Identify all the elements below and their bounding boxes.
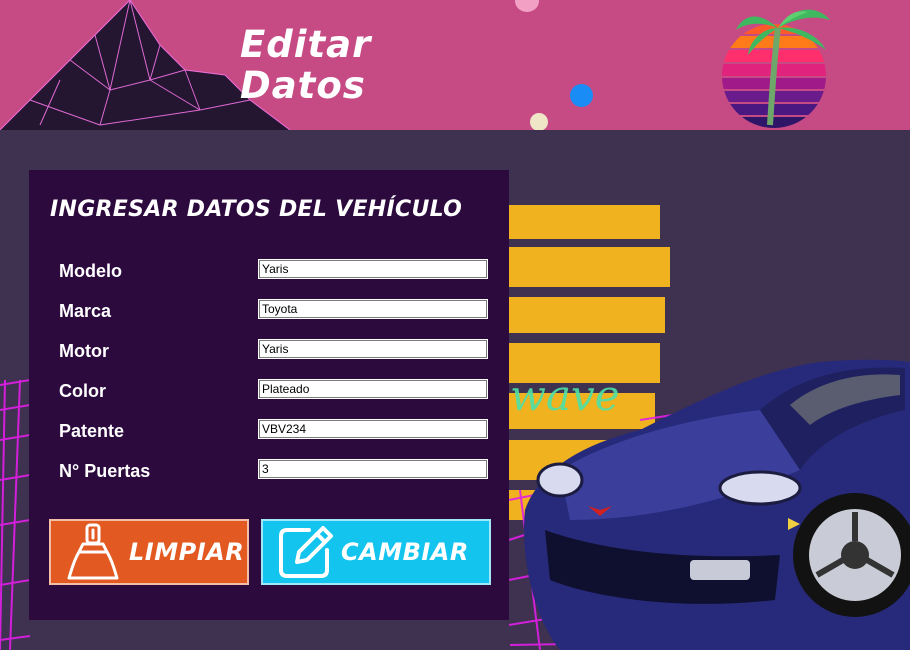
wave-logo-text: wave <box>510 371 620 420</box>
marca-input[interactable] <box>258 299 488 319</box>
modelo-input[interactable] <box>258 259 488 279</box>
patente-label: Patente <box>59 421 125 441</box>
edit-pencil-icon <box>279 526 333 578</box>
modelo-label: Modelo <box>59 261 122 281</box>
page-title: Editar Datos <box>240 24 371 106</box>
motor-label: Motor <box>59 341 109 361</box>
decor-dot-cream <box>530 113 548 130</box>
change-button[interactable]: CAMBIAR <box>261 519 491 585</box>
decor-dot-blue <box>570 84 593 107</box>
clear-button-label: LIMPIAR <box>129 538 245 566</box>
field-row-patente: Patente <box>59 419 489 442</box>
field-row-marca: Marca <box>59 299 489 322</box>
retro-sun-palm-icon <box>722 9 830 128</box>
patente-input[interactable] <box>258 419 488 439</box>
page-title-line1: Editar <box>240 23 372 66</box>
puertas-label: N° Puertas <box>59 461 151 481</box>
change-button-label: CAMBIAR <box>341 538 469 566</box>
form-title: INGRESAR DATOS DEL VEHÍCULO <box>50 197 463 222</box>
vehicle-form-panel: INGRESAR DATOS DEL VEHÍCULO Modelo Marca… <box>29 170 509 620</box>
decor-dot-pink <box>515 0 539 12</box>
motor-input[interactable] <box>258 339 488 359</box>
field-row-puertas: N° Puertas <box>59 459 489 482</box>
field-row-modelo: Modelo <box>59 259 489 282</box>
puertas-input[interactable] <box>258 459 488 479</box>
header-banner: Editar Datos <box>0 0 910 130</box>
color-input[interactable] <box>258 379 488 399</box>
field-row-color: Color <box>59 379 489 402</box>
clear-button[interactable]: LIMPIAR <box>49 519 249 585</box>
dustpan-icon <box>67 523 119 580</box>
color-label: Color <box>59 381 106 401</box>
page-title-line2: Datos <box>240 64 366 107</box>
field-row-motor: Motor <box>59 339 489 362</box>
marca-label: Marca <box>59 301 112 321</box>
